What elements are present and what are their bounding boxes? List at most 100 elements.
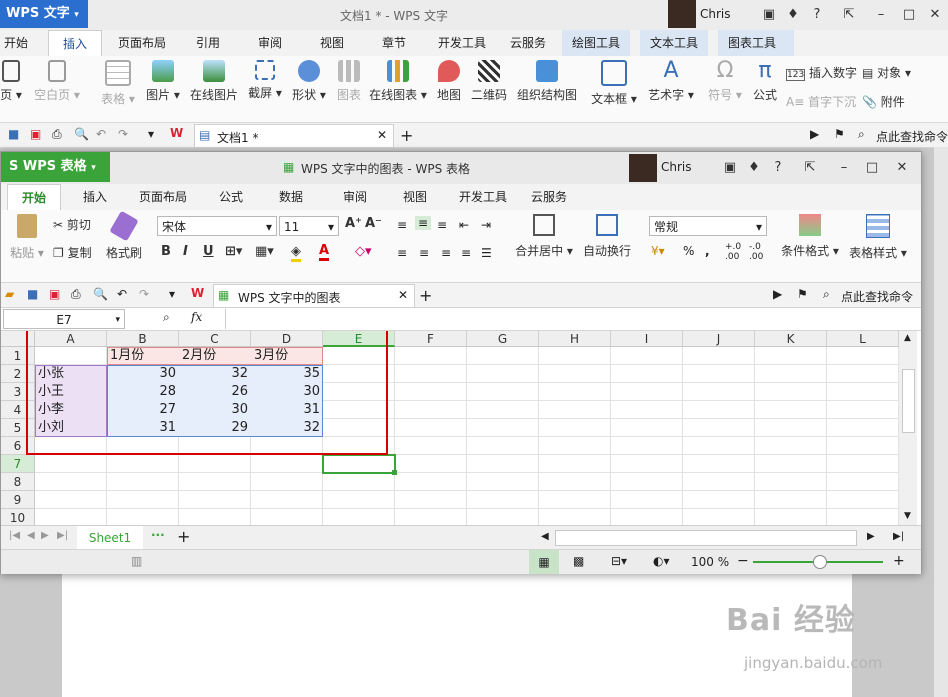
fill-pattern-icon[interactable]: ▦▾ [255, 244, 274, 259]
align-right-icon[interactable]: ≡ [441, 246, 451, 260]
org-chart-button[interactable]: 组织结构图 [514, 60, 580, 103]
indent-increase-icon[interactable]: ⇥ [481, 218, 491, 232]
writer-vertical-scrollbar[interactable] [934, 147, 948, 697]
avatar[interactable] [668, 0, 696, 28]
tab-cloud[interactable]: 云服务 [500, 30, 556, 56]
percent-button[interactable]: % [683, 244, 694, 258]
blank-page-button[interactable]: 空白页 ▾ [32, 60, 82, 103]
help-icon[interactable]: ? [767, 158, 789, 178]
format-painter-button[interactable]: 格式刷 [105, 210, 143, 261]
tab-text-tools[interactable]: 文本工具 [640, 30, 709, 56]
page-layout-view-icon[interactable]: ⊟▾ [611, 554, 627, 568]
pdf-icon[interactable]: ▣ [30, 127, 41, 141]
shirt-icon[interactable]: ♦ [743, 158, 765, 178]
column-header-i[interactable]: I [611, 331, 683, 347]
bold-icon[interactable]: B [161, 244, 171, 259]
distributed-icon[interactable]: ☰ [481, 246, 492, 260]
table-style-button[interactable]: 表格样式 ▾ [847, 214, 909, 261]
tab-chart-tools[interactable]: 图表工具 [718, 30, 794, 56]
avatar[interactable] [629, 154, 657, 182]
minimize-icon[interactable]: – [870, 5, 892, 25]
print-icon[interactable]: ⎙ [71, 287, 81, 302]
object-button[interactable]: ▤ 对象 ▾ [862, 64, 911, 81]
close-icon[interactable]: ✕ [891, 158, 913, 178]
tab-developer[interactable]: 开发工具 [428, 30, 496, 56]
first-sheet-icon[interactable]: |◀ [9, 530, 20, 541]
justify-icon[interactable]: ≡ [461, 246, 471, 260]
macro-icon[interactable]: ▥ [131, 554, 142, 568]
page-button[interactable]: 页 ▾ [0, 60, 28, 103]
align-bottom-icon[interactable]: ≡ [437, 218, 447, 232]
align-center-icon[interactable]: ≡ [419, 246, 429, 260]
zoom-level[interactable]: 100 % [691, 555, 729, 569]
upload-icon[interactable]: ⇱ [799, 158, 821, 178]
font-color-icon[interactable]: A [319, 243, 330, 261]
print-preview-icon[interactable]: 🔍 [74, 127, 89, 141]
tab-page-layout[interactable]: 页面布局 [108, 30, 176, 56]
minimize-icon[interactable]: – [833, 158, 855, 178]
conditional-format-button[interactable]: 条件格式 ▾ [779, 214, 841, 259]
pdf-icon[interactable]: ▣ [49, 287, 60, 301]
share-icon[interactable]: ▶ [773, 287, 782, 301]
scroll-down-icon[interactable]: ▼ [904, 511, 911, 521]
upload-icon[interactable]: ⇱ [838, 5, 860, 25]
writer-document-tab[interactable]: ▤ 文档1 * ✕ [194, 124, 394, 148]
writer-user-name[interactable]: Chris [700, 7, 731, 21]
zoom-slider-knob[interactable] [813, 555, 827, 569]
normal-view-icon[interactable]: ▦ [529, 550, 559, 574]
sheet-document-tab[interactable]: ▦ WPS 文字中的图表 ✕ [213, 284, 415, 308]
increase-decimal-icon[interactable]: +.0.00 [725, 242, 741, 262]
wordart-button[interactable]: A 艺术字 ▾ [644, 60, 698, 103]
column-header-g[interactable]: G [467, 331, 539, 347]
redo-icon[interactable]: ↷ [118, 127, 128, 141]
scroll-left-icon[interactable]: ◀ [541, 531, 549, 542]
currency-icon[interactable]: ¥▾ [651, 244, 665, 258]
sheet-app-menu-button[interactable]: S WPS 表格 ▾ [1, 152, 110, 182]
tab-review[interactable]: 审阅 [248, 30, 292, 56]
share-icon[interactable]: ▶ [810, 127, 819, 141]
decrease-decimal-icon[interactable]: -.0.00 [749, 242, 763, 262]
last-sheet-icon[interactable]: ▶| [57, 530, 68, 541]
merge-center-button[interactable]: 合并居中 ▾ [513, 214, 575, 259]
maximize-icon[interactable]: □ [861, 158, 883, 178]
tab-start[interactable]: 开始 [0, 30, 38, 56]
symbol-button[interactable]: Ω 符号 ▾ [704, 60, 746, 103]
tab-cloud[interactable]: 云服务 [523, 184, 575, 210]
shirt-icon[interactable]: ♦ [782, 5, 804, 25]
row-header-8[interactable]: 8 [1, 473, 35, 491]
skin-icon[interactable]: ▣ [719, 158, 741, 178]
underline-icon[interactable]: U [203, 244, 214, 259]
scroll-end-icon[interactable]: ▶| [893, 531, 904, 542]
border-icon[interactable]: ⊞▾ [225, 244, 242, 259]
new-tab-icon[interactable]: + [419, 286, 432, 305]
tab-section[interactable]: 章节 [372, 30, 416, 56]
screenshot-button[interactable]: 截屏 ▾ [245, 60, 285, 101]
shape-button[interactable]: 形状 ▾ [289, 60, 329, 103]
align-middle-icon[interactable]: ≡ [415, 216, 432, 230]
new-tab-icon[interactable]: + [400, 126, 413, 145]
fill-color-icon[interactable]: ◈ [291, 244, 301, 262]
table-button[interactable]: 表格 ▾ [98, 60, 138, 107]
page-break-view-icon[interactable]: ▩ [573, 554, 584, 568]
skin-icon[interactable]: ▣ [758, 5, 780, 25]
save-icon[interactable]: ■ [27, 287, 38, 301]
chart-button[interactable]: 图表 [332, 60, 366, 103]
undo-icon[interactable]: ↶ [117, 287, 127, 301]
scroll-up-icon[interactable]: ▲ [904, 333, 911, 343]
align-top-icon[interactable]: ≡ [397, 218, 407, 232]
chevron-down-icon[interactable]: ▾ [148, 127, 154, 141]
close-icon[interactable]: ✕ [924, 5, 946, 25]
chevron-down-icon[interactable]: ▾ [169, 287, 175, 301]
clear-format-icon[interactable]: ◇▾ [355, 244, 372, 259]
fill-handle[interactable] [392, 470, 397, 475]
writer-app-menu-button[interactable]: WPS 文字 ▾ [0, 0, 88, 28]
prev-sheet-icon[interactable]: ◀ [27, 530, 35, 541]
column-header-j[interactable]: J [683, 331, 755, 347]
close-icon[interactable]: ✕ [398, 288, 408, 302]
row-header-9[interactable]: 9 [1, 491, 35, 509]
next-sheet-icon[interactable]: ▶ [41, 530, 49, 541]
tab-developer[interactable]: 开发工具 [451, 184, 515, 210]
active-cell-e7[interactable] [322, 454, 396, 474]
indent-decrease-icon[interactable]: ⇤ [459, 218, 469, 232]
online-chart-button[interactable]: 在线图表 ▾ [368, 60, 428, 103]
